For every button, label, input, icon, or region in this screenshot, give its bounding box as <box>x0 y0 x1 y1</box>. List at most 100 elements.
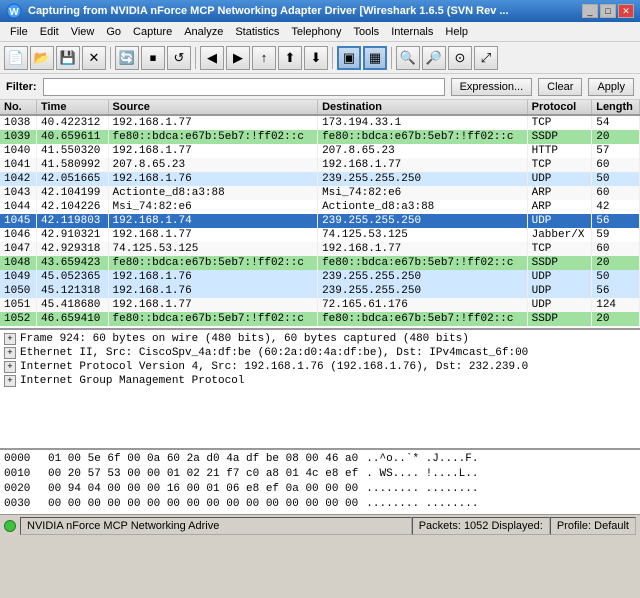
expand-icon-3[interactable]: + <box>4 361 16 373</box>
toolbar-reload-btn[interactable]: 🔄 <box>115 46 139 70</box>
hex-ascii: ........ ........ <box>366 482 478 497</box>
packet-table: No. Time Source Destination Protocol Len… <box>0 100 640 326</box>
status-adapter: NVIDIA nForce MCP Networking Adrive <box>20 517 412 535</box>
detail-ethernet-text: Ethernet II, Src: CiscoSpv_4a:df:be (60:… <box>20 347 528 359</box>
table-row[interactable]: 104242.051665192.168.1.76239.255.255.250… <box>0 172 640 186</box>
menu-capture[interactable]: Capture <box>127 24 178 40</box>
detail-frame[interactable]: + Frame 924: 60 bytes on wire (480 bits)… <box>2 332 638 346</box>
table-row[interactable]: 105045.121318192.168.1.76239.255.255.250… <box>0 284 640 298</box>
capture-indicator <box>4 520 16 532</box>
toolbar-capture-btn[interactable]: ▣ <box>337 46 361 70</box>
detail-igmp[interactable]: + Internet Group Management Protocol <box>2 374 638 388</box>
close-button[interactable]: ✕ <box>618 4 634 18</box>
col-source[interactable]: Source <box>108 100 318 115</box>
toolbar-go-fwd-btn[interactable]: ▶ <box>226 46 250 70</box>
status-bar: NVIDIA nForce MCP Networking Adrive Pack… <box>0 514 640 536</box>
toolbar-sep4 <box>391 47 392 69</box>
toolbar-expand-btn[interactable]: ⤢ <box>474 46 498 70</box>
expand-icon-2[interactable]: + <box>4 347 16 359</box>
hex-ascii: ..^o..`* .J....F. <box>366 452 478 467</box>
menu-go[interactable]: Go <box>100 24 127 40</box>
toolbar-zoom-out-btn[interactable]: 🔎 <box>422 46 446 70</box>
hex-line: 000001 00 5e 6f 00 0a 60 2a d0 4a df be … <box>4 452 636 467</box>
menu-help[interactable]: Help <box>439 24 474 40</box>
col-length[interactable]: Length <box>592 100 640 115</box>
hex-bytes: 00 20 57 53 00 00 01 02 21 f7 c0 a8 01 4… <box>48 467 358 482</box>
title-text: Capturing from NVIDIA nForce MCP Network… <box>28 5 509 17</box>
toolbar-zoom-reset-btn[interactable]: ⊙ <box>448 46 472 70</box>
hex-offset: 0000 <box>4 452 40 467</box>
status-profile: Profile: Default <box>550 517 636 535</box>
apply-button[interactable]: Apply <box>588 78 634 96</box>
expand-icon-4[interactable]: + <box>4 375 16 387</box>
toolbar-save-btn[interactable]: 💾 <box>56 46 80 70</box>
hex-offset: 0030 <box>4 497 40 512</box>
col-time[interactable]: Time <box>36 100 108 115</box>
expand-icon-1[interactable]: + <box>4 333 16 345</box>
menu-telephony[interactable]: Telephony <box>285 24 347 40</box>
toolbar-stop-btn[interactable]: ⏹ <box>141 46 165 70</box>
clear-button[interactable]: Clear <box>538 78 582 96</box>
hex-bytes: 00 00 00 00 00 00 00 00 00 00 00 00 00 0… <box>48 497 358 512</box>
table-row[interactable]: 105246.659410fe80::bdca:e67b:5eb7:!ff02:… <box>0 312 640 326</box>
table-row[interactable]: 104442.104226Msi_74:82:e6Actionte_d8:a3:… <box>0 200 640 214</box>
table-row[interactable]: 105145.418680192.168.1.7772.165.61.176UD… <box>0 298 640 312</box>
toolbar-capture2-btn[interactable]: ▦ <box>363 46 387 70</box>
packet-list: No. Time Source Destination Protocol Len… <box>0 100 640 330</box>
svg-text:W: W <box>9 7 19 18</box>
toolbar: 📄 📂 💾 ✕ 🔄 ⏹ ↺ ◀ ▶ ↑ ⬆ ⬇ ▣ ▦ 🔍 🔎 ⊙ ⤢ <box>0 42 640 74</box>
toolbar-top-btn[interactable]: ⬆ <box>278 46 302 70</box>
table-row[interactable]: 104141.580992207.8.65.23192.168.1.77TCP6… <box>0 158 640 172</box>
filter-label: Filter: <box>6 81 37 93</box>
toolbar-bottom-btn[interactable]: ⬇ <box>304 46 328 70</box>
toolbar-zoom-in-btn[interactable]: 🔍 <box>396 46 420 70</box>
table-row[interactable]: 104542.119803192.168.1.74239.255.255.250… <box>0 214 640 228</box>
table-row[interactable]: 104742.92931874.125.53.125192.168.1.77TC… <box>0 242 640 256</box>
col-no[interactable]: No. <box>0 100 36 115</box>
status-packets: Packets: 1052 Displayed: <box>412 517 550 535</box>
detail-ip[interactable]: + Internet Protocol Version 4, Src: 192.… <box>2 360 638 374</box>
menu-analyze[interactable]: Analyze <box>178 24 229 40</box>
toolbar-open-btn[interactable]: 📂 <box>30 46 54 70</box>
table-row[interactable]: 103840.422312192.168.1.77173.194.33.1TCP… <box>0 115 640 130</box>
toolbar-sep3 <box>332 47 333 69</box>
col-destination[interactable]: Destination <box>318 100 528 115</box>
packet-detail: + Frame 924: 60 bytes on wire (480 bits)… <box>0 330 640 450</box>
table-row[interactable]: 104041.550320192.168.1.77207.8.65.23HTTP… <box>0 144 640 158</box>
table-row[interactable]: 104945.052365192.168.1.76239.255.255.250… <box>0 270 640 284</box>
detail-ethernet[interactable]: + Ethernet II, Src: CiscoSpv_4a:df:be (6… <box>2 346 638 360</box>
hex-ascii: ........ ........ <box>366 497 478 512</box>
filter-bar: Filter: Expression... Clear Apply <box>0 74 640 100</box>
maximize-button[interactable]: □ <box>600 4 616 18</box>
detail-ip-text: Internet Protocol Version 4, Src: 192.16… <box>20 361 528 373</box>
menu-file[interactable]: File <box>4 24 34 40</box>
hex-line: 002000 94 04 00 00 00 16 00 01 06 e8 ef … <box>4 482 636 497</box>
toolbar-sep2 <box>195 47 196 69</box>
table-row[interactable]: 104843.659423fe80::bdca:e67b:5eb7:!ff02:… <box>0 256 640 270</box>
hex-dump: 000001 00 5e 6f 00 0a 60 2a d0 4a df be … <box>0 450 640 514</box>
menu-edit[interactable]: Edit <box>34 24 65 40</box>
menu-internals[interactable]: Internals <box>385 24 439 40</box>
menu-tools[interactable]: Tools <box>348 24 386 40</box>
toolbar-restart-btn[interactable]: ↺ <box>167 46 191 70</box>
hex-offset: 0010 <box>4 467 40 482</box>
toolbar-go-back-btn[interactable]: ◀ <box>200 46 224 70</box>
toolbar-sep1 <box>110 47 111 69</box>
toolbar-goto-btn[interactable]: ↑ <box>252 46 276 70</box>
hex-line: 0010 00 20 57 53 00 00 01 02 21 f7 c0 a8 … <box>4 467 636 482</box>
table-row[interactable]: 103940.659611fe80::bdca:e67b:5eb7:!ff02:… <box>0 130 640 144</box>
table-row[interactable]: 104642.910321192.168.1.7774.125.53.125Ja… <box>0 228 640 242</box>
table-row[interactable]: 104342.104199Actionte_d8:a3:88Msi_74:82:… <box>0 186 640 200</box>
expression-button[interactable]: Expression... <box>451 78 533 96</box>
menu-statistics[interactable]: Statistics <box>229 24 285 40</box>
hex-line: 0030 00 00 00 00 00 00 00 00 00 00 00 00 … <box>4 497 636 512</box>
toolbar-new-btn[interactable]: 📄 <box>4 46 28 70</box>
menu-view[interactable]: View <box>65 24 101 40</box>
detail-frame-text: Frame 924: 60 bytes on wire (480 bits), … <box>20 333 469 345</box>
toolbar-close-btn[interactable]: ✕ <box>82 46 106 70</box>
filter-input[interactable] <box>43 78 445 96</box>
col-protocol[interactable]: Protocol <box>527 100 592 115</box>
window-controls[interactable]: _ □ ✕ <box>582 4 634 18</box>
minimize-button[interactable]: _ <box>582 4 598 18</box>
title-bar: W Capturing from NVIDIA nForce MCP Netwo… <box>0 0 640 22</box>
